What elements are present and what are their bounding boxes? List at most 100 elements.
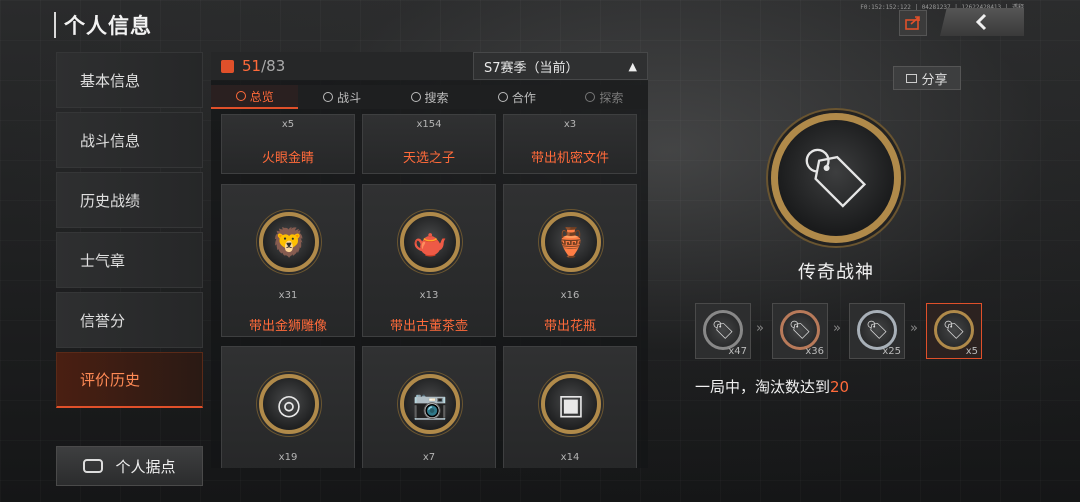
achievement-panel: 51/83 S7赛季（当前） ▲ 总览 战斗 搜索 合作 探索 x5 火眼金睛 …	[211, 52, 648, 468]
camera-icon: 📷	[400, 374, 460, 434]
base-icon	[83, 459, 104, 473]
back-button[interactable]	[940, 8, 1024, 36]
tab-overview[interactable]: 总览	[211, 85, 299, 109]
achievement-count-label: x154	[416, 119, 442, 130]
sidebar-item-label: 评价历史	[80, 371, 141, 389]
lion-statue-icon: 🦁	[259, 212, 319, 272]
necklace-icon: ◎	[259, 374, 319, 434]
chevron-right-icon: »	[910, 321, 918, 336]
teapot-icon: 🫖	[400, 212, 460, 272]
chevron-right-icon: »	[833, 321, 841, 336]
sidebar-item-basic-info[interactable]: 基本信息	[56, 52, 203, 108]
tab-label: 合作	[511, 90, 536, 105]
description-text: 一局中，淘汰数达到	[695, 378, 831, 396]
tier-4[interactable]: 🏷 x5	[926, 303, 982, 359]
achievement-count-label: x5	[281, 119, 295, 130]
search-icon	[410, 92, 421, 102]
achievement-card[interactable]: ▣ x14	[503, 346, 637, 468]
tier-2[interactable]: 🏷 x36	[772, 303, 828, 359]
tier-count: x25	[882, 346, 901, 357]
achievement-card[interactable]: x154 天选之子	[362, 114, 496, 174]
sidebar-item-history[interactable]: 历史战绩	[56, 172, 203, 228]
achievement-card[interactable]: x5 火眼金睛	[221, 114, 355, 174]
tab-label: 搜索	[424, 90, 449, 105]
caret-up-icon: ▲	[628, 60, 637, 73]
chevron-left-icon	[975, 13, 987, 31]
sidebar-item-label: 战斗信息	[80, 131, 141, 150]
crossed-swords-icon	[323, 92, 334, 102]
tab-coop[interactable]: 合作	[473, 85, 560, 109]
achievement-card[interactable]: 🫖 x13 带出古董茶壶	[362, 184, 496, 337]
share-icon	[906, 73, 918, 83]
tier-count: x47	[728, 346, 747, 357]
sidebar-item-credit[interactable]: 信誉分	[56, 292, 203, 348]
achievement-card[interactable]: 🦁 x31 带出金狮雕像	[221, 184, 355, 337]
achievement-name: 带出金狮雕像	[248, 319, 327, 334]
achievement-count-label: x16	[560, 290, 580, 301]
achievement-name: 带出机密文件	[530, 151, 609, 166]
achievement-card[interactable]: 🏺 x16 带出花瓶	[503, 184, 637, 337]
tab-search[interactable]: 搜索	[386, 85, 473, 109]
tier-count: x5	[965, 346, 978, 357]
tab-label: 战斗	[337, 90, 362, 105]
title-divider	[54, 12, 56, 38]
page-header: 个人信息	[54, 10, 152, 40]
sidebar-item-label: 历史战绩	[80, 191, 141, 210]
vase-icon: 🏺	[541, 212, 601, 272]
count-current: 51	[242, 57, 262, 75]
season-label: S7赛季（当前）	[484, 60, 579, 76]
description-value: 20	[830, 378, 850, 396]
tab-explore[interactable]: 探索	[561, 85, 648, 109]
achievement-count-label: x14	[560, 452, 580, 463]
personal-base-button[interactable]: 个人据点	[56, 446, 203, 486]
achievement-count: 51/83	[211, 52, 473, 80]
tab-label: 探索	[599, 90, 624, 105]
achievement-card[interactable]: x3 带出机密文件	[503, 114, 637, 174]
achievement-count-label: x31	[278, 290, 298, 301]
personal-base-label: 个人据点	[115, 457, 176, 476]
dog-tags-badge-icon: 🏷	[771, 113, 901, 243]
achievement-count-label: x7	[422, 452, 436, 463]
season-select[interactable]: S7赛季（当前） ▲	[473, 52, 648, 80]
dog-tags-icon: 🏷	[857, 310, 897, 350]
achievement-count-label: x13	[419, 290, 439, 301]
share-button[interactable]: 分享	[893, 66, 961, 90]
device-icon: ▣	[541, 374, 601, 434]
achievement-name: 带出花瓶	[543, 319, 596, 334]
sidebar-item-battle-info[interactable]: 战斗信息	[56, 112, 203, 168]
compass-icon	[585, 92, 596, 102]
share-icon	[905, 16, 920, 30]
tier-1[interactable]: 🏷 x47	[695, 303, 751, 359]
chevron-right-icon: »	[756, 321, 764, 336]
tier-3[interactable]: 🏷 x25	[849, 303, 905, 359]
achievement-name: 带出古董茶壶	[389, 319, 468, 334]
page-title: 个人信息	[64, 14, 152, 38]
achievement-card[interactable]: 📷 x7	[362, 346, 496, 468]
dog-tags-icon: 🏷	[934, 310, 974, 350]
sidebar-item-morale[interactable]: 士气章	[56, 232, 203, 288]
achievement-card[interactable]: ◎ x19	[221, 346, 355, 468]
medal-icon	[221, 59, 234, 73]
achievement-name: 火眼金睛	[261, 151, 314, 166]
achievement-count-label: x19	[278, 452, 298, 463]
share-top-button[interactable]	[899, 10, 927, 36]
sidebar: 基本信息 战斗信息 历史战绩 士气章 信誉分 评价历史	[56, 52, 203, 412]
tab-combat[interactable]: 战斗	[298, 85, 385, 109]
sidebar-item-label: 基本信息	[80, 71, 141, 90]
dog-tags-icon: 🏷	[780, 310, 820, 350]
count-total: /83	[261, 57, 286, 75]
sidebar-item-rating-history[interactable]: 评价历史	[56, 352, 203, 408]
sidebar-item-label: 信誉分	[80, 311, 126, 330]
sidebar-item-label: 士气章	[80, 251, 126, 270]
category-tabs: 总览 战斗 搜索 合作 探索	[211, 85, 648, 109]
achievement-count-label: x3	[563, 119, 577, 130]
dog-tags-icon: 🏷	[703, 310, 743, 350]
achievement-name: 天选之子	[402, 151, 455, 166]
achievement-description: 一局中，淘汰数达到20	[695, 376, 849, 397]
share-label: 分享	[921, 72, 948, 88]
achievement-grid: x5 火眼金睛 x154 天选之子 x3 带出机密文件 🦁 x31 带出金狮雕像…	[211, 114, 648, 468]
handshake-icon	[497, 92, 508, 102]
tab-label: 总览	[249, 89, 274, 104]
star-icon	[235, 91, 246, 101]
achievement-title: 传奇战神	[798, 262, 874, 283]
